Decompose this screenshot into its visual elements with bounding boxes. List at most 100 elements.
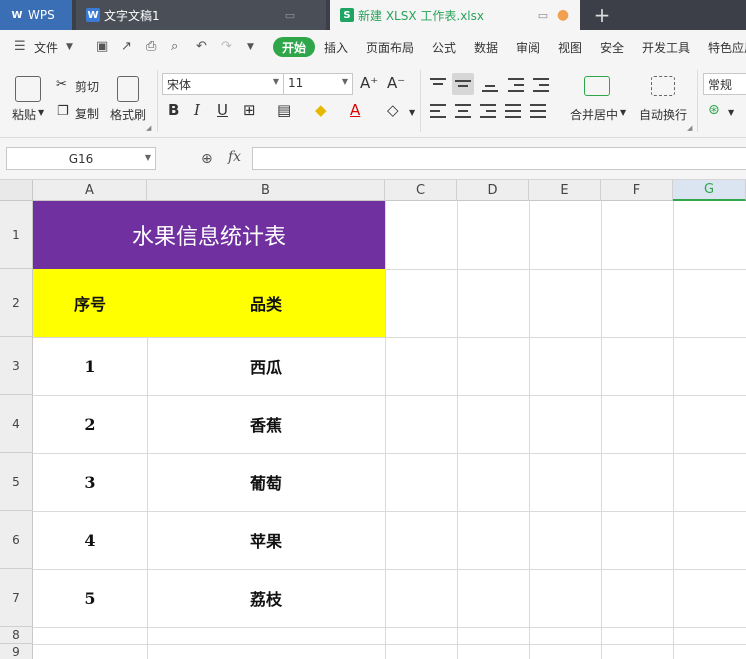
row-header[interactable]: 9 (0, 644, 33, 659)
expand-icon[interactable]: ◢ (146, 124, 151, 132)
chevron-down-icon[interactable]: ▼ (728, 108, 734, 117)
format-painter-button[interactable]: 格式刷 (110, 106, 146, 123)
fill-color-icon[interactable]: ◆ (315, 101, 327, 119)
chevron-down-icon[interactable]: ▼ (620, 108, 626, 117)
merge-center-icon[interactable] (584, 76, 610, 96)
table-cell-category[interactable]: 香蕉 (147, 395, 385, 453)
wrap-text-icon[interactable] (651, 76, 675, 96)
customize-icon[interactable]: ▼ (247, 42, 254, 52)
table-cell-category[interactable]: 荔枝 (147, 569, 385, 627)
menu-page-layout[interactable]: 页面布局 (366, 39, 414, 56)
menu-home[interactable]: 开始 (273, 37, 315, 57)
print-preview-icon[interactable]: ⌕ (171, 39, 178, 54)
menu-review[interactable]: 审阅 (516, 39, 540, 56)
paste-button[interactable]: 粘贴 (12, 106, 36, 123)
zoom-icon[interactable]: ⊕ (201, 151, 213, 167)
copy-button[interactable]: 复制 (75, 105, 99, 122)
table-cell-category[interactable]: 西瓜 (147, 337, 385, 395)
monitor-icon[interactable]: ▭ (535, 0, 551, 30)
row-header[interactable]: 2 (0, 269, 33, 337)
font-size-select[interactable]: 11 ▼ (283, 73, 353, 95)
distributed-icon[interactable] (530, 104, 546, 118)
number-format-select[interactable]: 常规 (703, 73, 746, 95)
expand-icon[interactable]: ◢ (687, 124, 692, 132)
header-cell-index[interactable]: 序号 (33, 269, 147, 337)
row-header[interactable]: 6 (0, 511, 33, 569)
table-cell-index[interactable]: 2 (33, 395, 147, 453)
decrease-indent-icon[interactable] (508, 78, 524, 92)
column-header[interactable]: C (385, 180, 457, 201)
row-header[interactable]: 3 (0, 337, 33, 395)
merge-center-button[interactable]: 合并居中 (570, 106, 618, 123)
paste-icon[interactable] (15, 76, 41, 102)
increase-font-icon[interactable]: A⁺ (360, 74, 378, 92)
table-cell-index[interactable]: 1 (33, 337, 147, 395)
table-cell-index[interactable]: 5 (33, 569, 147, 627)
row-header[interactable]: 4 (0, 395, 33, 453)
hamburger-icon[interactable]: ☰ (14, 39, 26, 54)
cut-icon[interactable]: ✂ (56, 77, 67, 92)
menu-special[interactable]: 特色应用 (708, 39, 746, 56)
decrease-font-icon[interactable]: A⁻ (387, 74, 405, 92)
chevron-down-icon[interactable]: ▼ (38, 108, 44, 117)
menu-file[interactable]: 文件 (34, 39, 58, 56)
redo-icon[interactable]: ↷ (221, 39, 232, 54)
monitor-icon[interactable]: ▭ (282, 0, 298, 30)
increase-indent-icon[interactable] (533, 78, 549, 92)
menu-developer[interactable]: 开发工具 (642, 39, 690, 56)
bold-icon[interactable]: B (168, 101, 179, 119)
menu-insert[interactable]: 插入 (324, 39, 348, 56)
table-cell-index[interactable]: 4 (33, 511, 147, 569)
column-header[interactable]: A (33, 180, 147, 201)
format-painter-icon[interactable] (117, 76, 139, 102)
font-name-select[interactable]: 宋体 ▼ (162, 73, 284, 95)
align-left-icon[interactable] (430, 104, 446, 118)
save-icon[interactable]: ▣ (96, 39, 108, 54)
new-tab-button[interactable]: + (592, 0, 612, 30)
border-icon[interactable]: ⊞ (243, 101, 256, 119)
print-icon[interactable]: ⎙ (146, 39, 156, 54)
select-all-corner[interactable] (0, 180, 33, 201)
copy-icon[interactable]: ❐ (57, 104, 69, 119)
align-center-icon[interactable] (455, 104, 471, 118)
column-header-selected[interactable]: G (673, 180, 746, 201)
font-color-icon[interactable]: A (350, 101, 360, 119)
currency-icon[interactable]: ⊛ (708, 102, 720, 118)
menu-security[interactable]: 安全 (600, 39, 624, 56)
row-header[interactable]: 7 (0, 569, 33, 627)
name-box[interactable]: G16 ▼ (6, 147, 156, 170)
column-header[interactable]: E (529, 180, 601, 201)
column-header[interactable]: D (457, 180, 529, 201)
chevron-down-icon[interactable]: ▼ (409, 108, 415, 117)
row-header[interactable]: 5 (0, 453, 33, 511)
menu-data[interactable]: 数据 (474, 39, 498, 56)
cell-style-icon[interactable]: ▤ (277, 101, 291, 119)
align-bottom-icon[interactable] (482, 78, 498, 92)
export-icon[interactable]: ↗ (121, 39, 132, 54)
tab-wps[interactable]: W WPS (0, 0, 72, 30)
column-header[interactable]: F (601, 180, 673, 201)
row-header[interactable]: 8 (0, 627, 33, 644)
align-right-icon[interactable] (480, 104, 496, 118)
table-title-cell[interactable]: 水果信息统计表 (33, 201, 385, 269)
underline-icon[interactable]: U (217, 101, 228, 119)
chevron-down-icon[interactable]: ▼ (66, 42, 73, 52)
align-middle-icon[interactable] (452, 73, 474, 95)
table-cell-category[interactable]: 葡萄 (147, 453, 385, 511)
table-cell-index[interactable]: 3 (33, 453, 147, 511)
italic-icon[interactable]: I (194, 101, 200, 119)
function-icon[interactable]: fx (228, 149, 241, 165)
justify-icon[interactable] (505, 104, 521, 118)
menu-view[interactable]: 视图 (558, 39, 582, 56)
clear-format-icon[interactable]: ◇ (387, 101, 399, 119)
cut-button[interactable]: 剪切 (75, 78, 99, 95)
header-cell-category[interactable]: 品类 (147, 269, 385, 337)
wrap-text-button[interactable]: 自动换行 (639, 106, 687, 123)
undo-icon[interactable]: ↶ (196, 39, 207, 54)
column-header[interactable]: B (147, 180, 385, 201)
formula-input[interactable] (252, 147, 746, 170)
align-top-icon[interactable] (430, 78, 446, 92)
menu-formulas[interactable]: 公式 (432, 39, 456, 56)
table-cell-category[interactable]: 苹果 (147, 511, 385, 569)
row-header[interactable]: 1 (0, 201, 33, 269)
